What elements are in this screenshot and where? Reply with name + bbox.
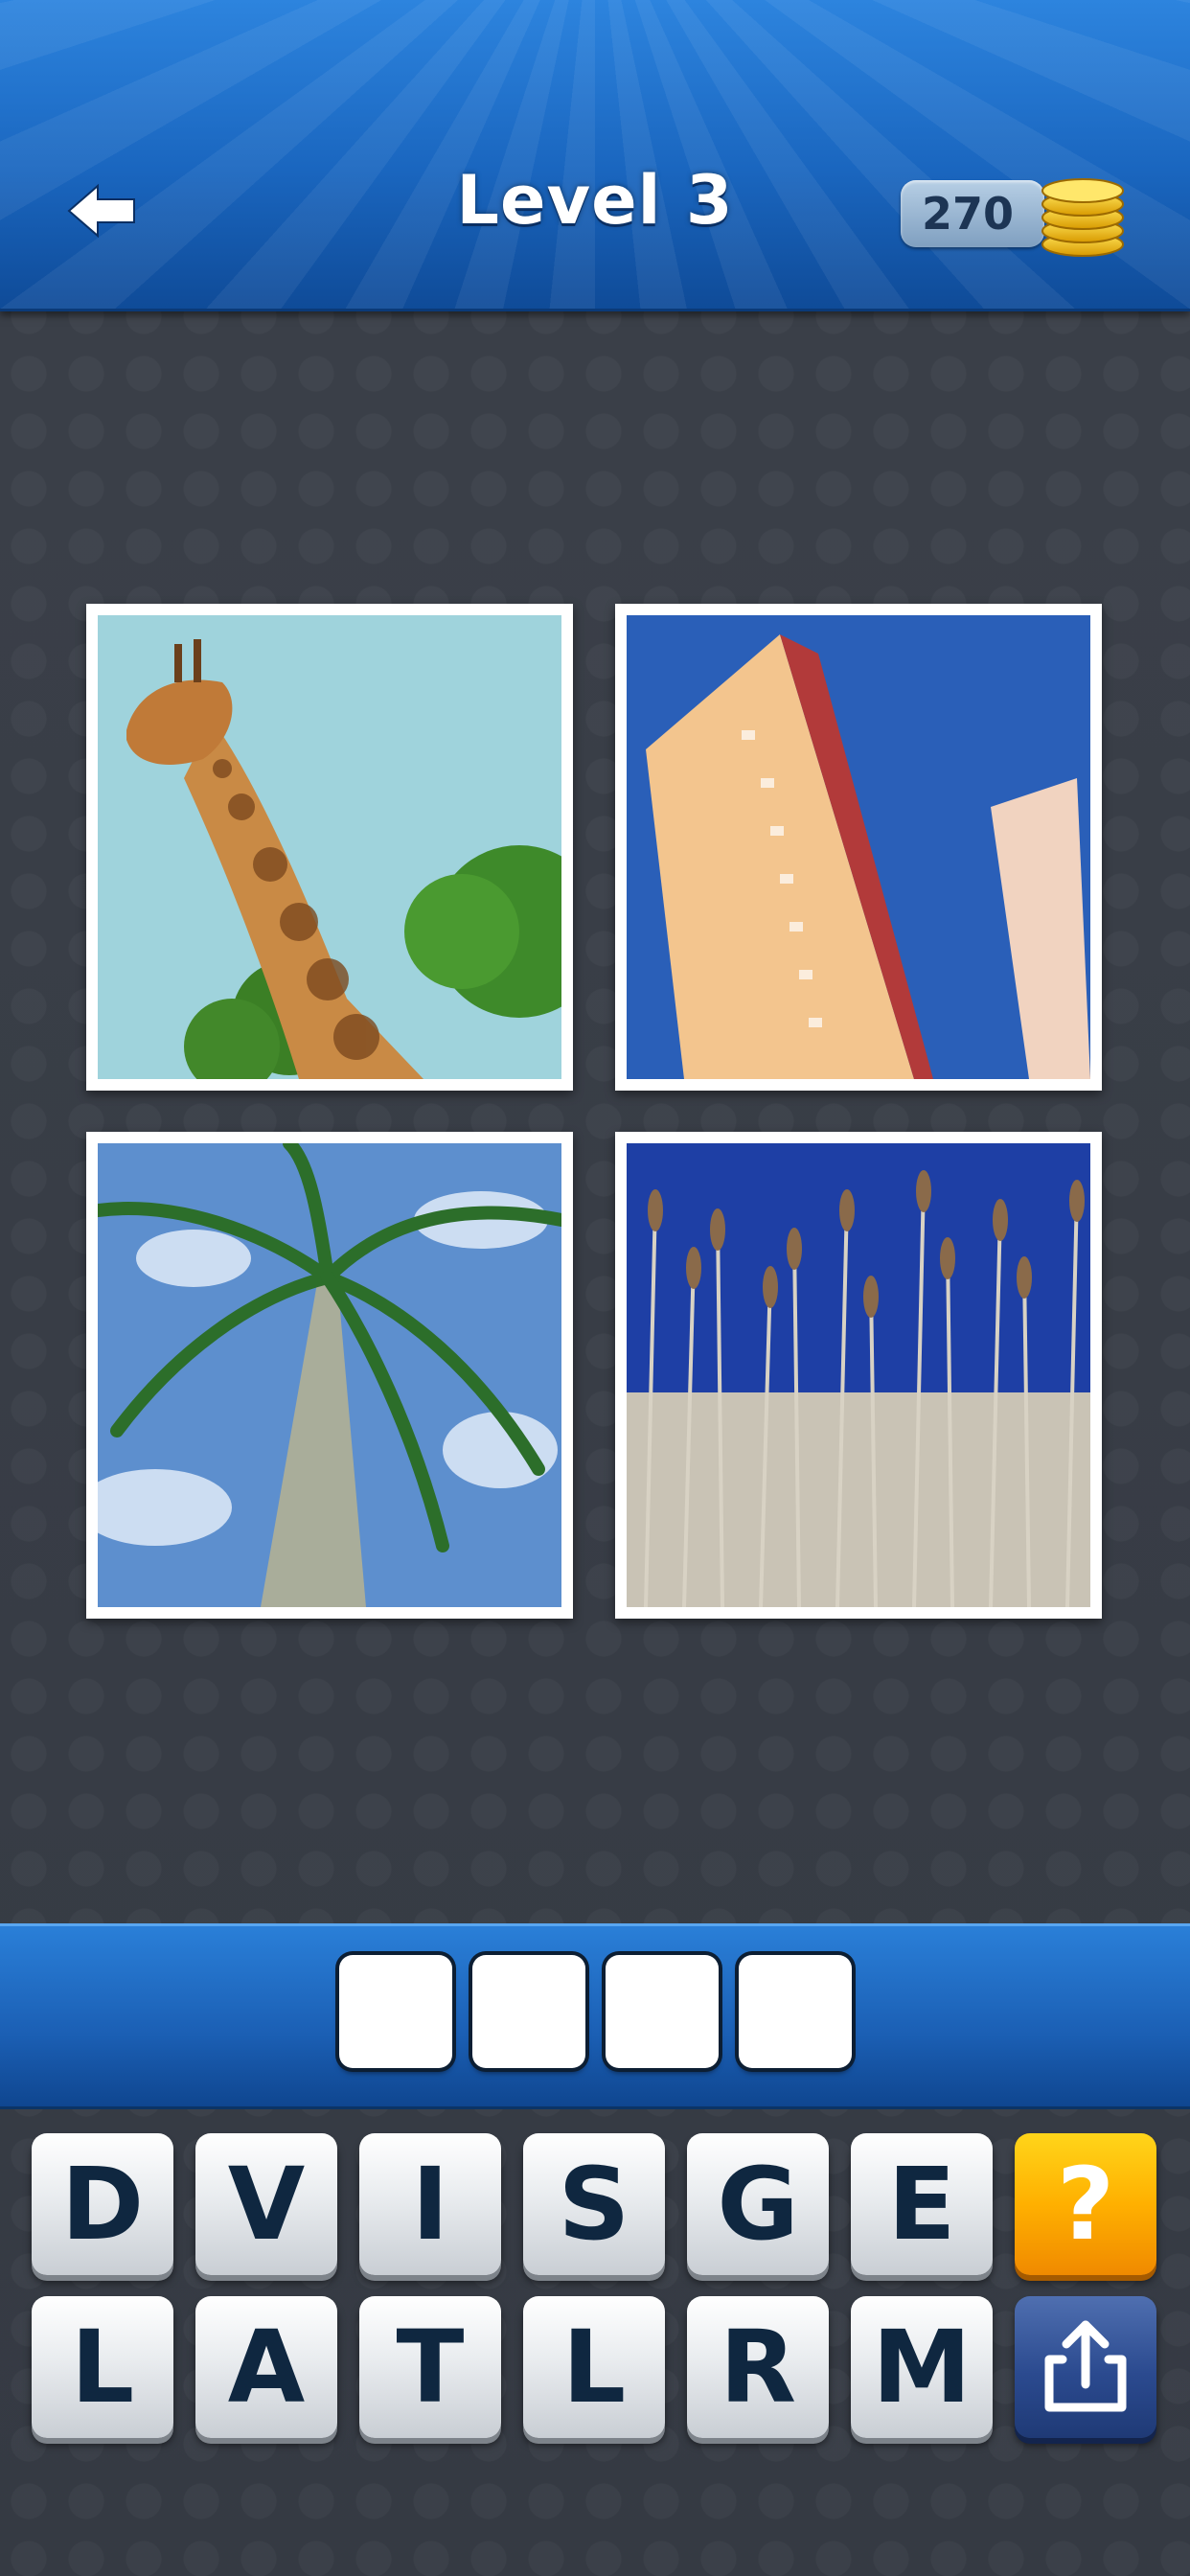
palm-tree-image <box>98 1143 561 1607</box>
reeds-image <box>627 1143 1090 1607</box>
letter-key[interactable]: I <box>359 2133 501 2275</box>
picture-giraffe[interactable] <box>86 604 573 1091</box>
answer-slot-1[interactable] <box>339 1955 452 2068</box>
letter-key[interactable]: M <box>851 2296 993 2438</box>
hint-button[interactable]: ? <box>1015 2133 1156 2275</box>
share-icon <box>1044 2320 1127 2412</box>
letter-key[interactable]: L <box>523 2296 665 2438</box>
answer-slot-2[interactable] <box>472 1955 585 2068</box>
giraffe-image <box>98 615 561 1079</box>
coin-count: 270 <box>921 188 1015 240</box>
picture-reeds[interactable] <box>615 1132 1102 1619</box>
letter-key[interactable]: D <box>32 2133 173 2275</box>
answer-slot-3[interactable] <box>606 1955 719 2068</box>
answer-bar <box>0 1923 1190 2109</box>
answer-slot-4[interactable] <box>739 1955 852 2068</box>
picture-palm-tree[interactable] <box>86 1132 573 1619</box>
letter-key[interactable]: V <box>195 2133 337 2275</box>
letter-key[interactable]: G <box>687 2133 829 2275</box>
building-image <box>627 615 1090 1079</box>
gold-coins-icon[interactable] <box>1035 168 1131 260</box>
letter-key[interactable]: A <box>195 2296 337 2438</box>
letter-key[interactable]: L <box>32 2296 173 2438</box>
letter-key[interactable]: R <box>687 2296 829 2438</box>
letter-key[interactable]: T <box>359 2296 501 2438</box>
letter-key[interactable]: E <box>851 2133 993 2275</box>
header-bar <box>0 0 1190 311</box>
letter-key[interactable]: S <box>523 2133 665 2275</box>
share-button[interactable] <box>1015 2296 1156 2438</box>
picture-building[interactable] <box>615 604 1102 1091</box>
